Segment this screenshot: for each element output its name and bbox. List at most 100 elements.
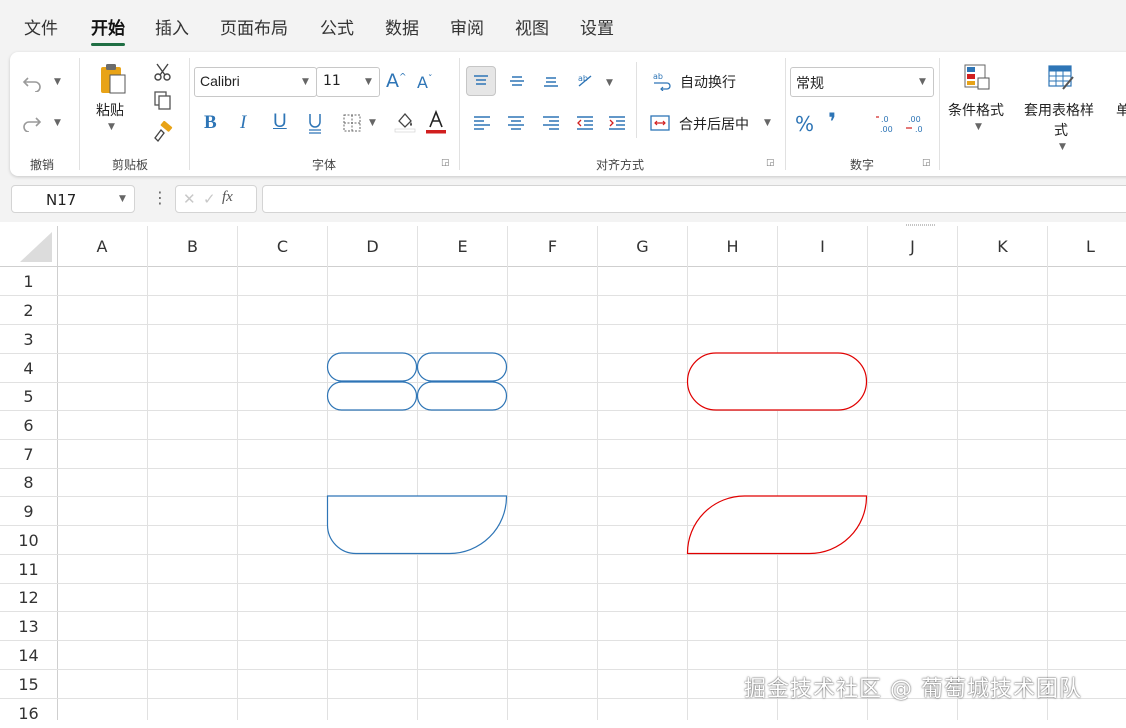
table-style-dropdown-icon[interactable]: ▼ xyxy=(1059,142,1066,152)
number-format-dropdown-icon[interactable]: ▼ xyxy=(919,77,926,87)
row-header-6[interactable]: 6 xyxy=(0,411,57,440)
copy-icon[interactable] xyxy=(151,90,175,112)
merge-center-icon[interactable] xyxy=(648,110,672,136)
bold-button[interactable]: B xyxy=(204,112,217,134)
tab-home[interactable]: 开始 xyxy=(91,14,125,39)
row-header-13[interactable]: 13 xyxy=(0,612,57,641)
row-header-14[interactable]: 14 xyxy=(0,641,57,670)
row-header-8[interactable]: 8 xyxy=(0,468,57,497)
col-header-a[interactable]: A xyxy=(57,226,148,266)
borders-icon[interactable] xyxy=(340,112,364,134)
tab-review[interactable]: 审阅 xyxy=(450,14,484,39)
align-middle-icon[interactable] xyxy=(502,66,532,96)
insert-function-icon[interactable]: fx xyxy=(222,189,233,206)
col-header-j[interactable]: J xyxy=(868,226,958,266)
col-header-i[interactable]: I xyxy=(778,226,868,266)
decrease-decimal-icon[interactable]: .00.0 xyxy=(904,112,930,136)
cell-style-button-truncated[interactable]: 单 xyxy=(1116,100,1126,120)
row-header-4[interactable]: 4 xyxy=(0,354,57,383)
enter-icon[interactable]: ✓ xyxy=(203,190,216,208)
align-bottom-icon[interactable] xyxy=(536,66,566,96)
merge-center-button[interactable]: 合并后居中 xyxy=(679,114,749,134)
text-orientation-dropdown-icon[interactable]: ▼ xyxy=(606,78,613,88)
conditional-format-button[interactable]: 条件格式 xyxy=(948,100,1004,120)
tab-settings[interactable]: 设置 xyxy=(580,14,614,39)
col-header-f[interactable]: F xyxy=(508,226,598,266)
number-dialog-launcher-icon[interactable]: ◲ xyxy=(922,158,931,168)
col-header-h[interactable]: H xyxy=(688,226,778,266)
row-header-12[interactable]: 12 xyxy=(0,583,57,612)
wrap-text-icon[interactable]: ab xyxy=(650,68,674,94)
merge-center-dropdown-icon[interactable]: ▼ xyxy=(764,118,771,128)
text-orientation-icon[interactable]: ab xyxy=(572,66,600,96)
redo-dropdown-icon[interactable]: ▼ xyxy=(54,118,61,128)
row-header-3[interactable]: 3 xyxy=(0,325,57,354)
col-header-b[interactable]: B xyxy=(148,226,238,266)
align-top-icon[interactable] xyxy=(466,66,496,96)
increase-indent-icon[interactable] xyxy=(605,110,629,136)
font-color-icon[interactable] xyxy=(424,108,448,136)
wrap-text-button[interactable]: 自动换行 xyxy=(680,72,736,92)
font-name-dropdown-icon[interactable]: ▼ xyxy=(302,77,309,87)
font-size-dropdown-icon[interactable]: ▼ xyxy=(365,77,372,87)
name-box-dropdown-icon[interactable]: ▼ xyxy=(119,194,126,204)
more-options-icon[interactable]: ⋮ xyxy=(152,190,168,206)
fill-color-icon[interactable] xyxy=(392,110,418,134)
decrease-indent-icon[interactable] xyxy=(573,110,597,136)
conditional-format-dropdown-icon[interactable]: ▼ xyxy=(975,122,982,132)
paste-icon[interactable] xyxy=(96,60,128,96)
row-header-11[interactable]: 11 xyxy=(0,555,57,584)
undo-dropdown-icon[interactable]: ▼ xyxy=(54,77,61,87)
worksheet[interactable]: A B C D E F G H I J K L 1 2 3 4 5 6 7 8 … xyxy=(0,226,1126,723)
undo-group-label: 撤销 xyxy=(30,158,55,172)
underline-button[interactable]: U xyxy=(273,111,287,133)
align-left-icon[interactable] xyxy=(470,110,494,136)
conditional-format-icon[interactable] xyxy=(962,62,992,92)
row-header-15[interactable]: 15 xyxy=(0,670,57,699)
font-dialog-launcher-icon[interactable]: ◲ xyxy=(441,158,450,168)
tab-file[interactable]: 文件 xyxy=(24,14,58,39)
row-header-5[interactable]: 5 xyxy=(0,382,57,411)
tab-view[interactable]: 视图 xyxy=(515,14,549,39)
align-right-icon[interactable] xyxy=(539,110,563,136)
borders-dropdown-icon[interactable]: ▼ xyxy=(369,118,376,128)
table-style-button-line1[interactable]: 套用表格样 xyxy=(1024,100,1094,120)
tab-formulas[interactable]: 公式 xyxy=(320,14,354,39)
row-header-7[interactable]: 7 xyxy=(0,440,57,469)
formula-input[interactable] xyxy=(262,185,1126,213)
formula-bar-resize-handle[interactable] xyxy=(906,213,936,228)
italic-button[interactable]: I xyxy=(240,112,246,134)
double-underline-icon[interactable] xyxy=(304,110,326,136)
tab-page-layout[interactable]: 页面布局 xyxy=(220,14,288,39)
tab-insert[interactable]: 插入 xyxy=(155,14,189,39)
row-header-16[interactable]: 16 xyxy=(0,699,57,728)
table-style-button-line2[interactable]: 式 xyxy=(1054,120,1068,140)
align-center-icon[interactable] xyxy=(504,110,528,136)
name-box[interactable]: N17 ▼ xyxy=(11,185,135,213)
row-header-2[interactable]: 2 xyxy=(0,296,57,325)
cancel-icon[interactable]: ✕ xyxy=(183,190,196,208)
col-header-c[interactable]: C xyxy=(238,226,328,266)
undo-icon[interactable] xyxy=(18,70,46,96)
row-header-9[interactable]: 9 xyxy=(0,497,57,526)
col-header-d[interactable]: D xyxy=(328,226,418,266)
percent-button[interactable]: % xyxy=(795,112,814,136)
col-header-l[interactable]: L xyxy=(1048,226,1126,266)
redo-icon[interactable] xyxy=(18,110,46,136)
tab-data[interactable]: 数据 xyxy=(385,14,419,39)
decrease-font-icon[interactable]: Aˇ xyxy=(417,73,432,92)
format-painter-icon[interactable] xyxy=(151,120,175,144)
row-header-10[interactable]: 10 xyxy=(0,526,57,555)
increase-decimal-icon[interactable]: .0.00 xyxy=(874,112,900,136)
paste-label[interactable]: 粘贴 xyxy=(96,100,124,120)
cut-icon[interactable] xyxy=(151,61,175,83)
increase-font-icon[interactable]: A^ xyxy=(386,70,407,92)
col-header-g[interactable]: G xyxy=(598,226,688,266)
row-header-1[interactable]: 1 xyxy=(0,267,57,296)
table-style-icon[interactable] xyxy=(1046,62,1076,92)
col-header-k[interactable]: K xyxy=(958,226,1048,266)
comma-style-button[interactable]: ❜ xyxy=(828,108,836,136)
col-header-e[interactable]: E xyxy=(418,226,508,266)
alignment-dialog-launcher-icon[interactable]: ◲ xyxy=(766,158,775,168)
paste-dropdown-icon[interactable]: ▼ xyxy=(108,122,115,132)
